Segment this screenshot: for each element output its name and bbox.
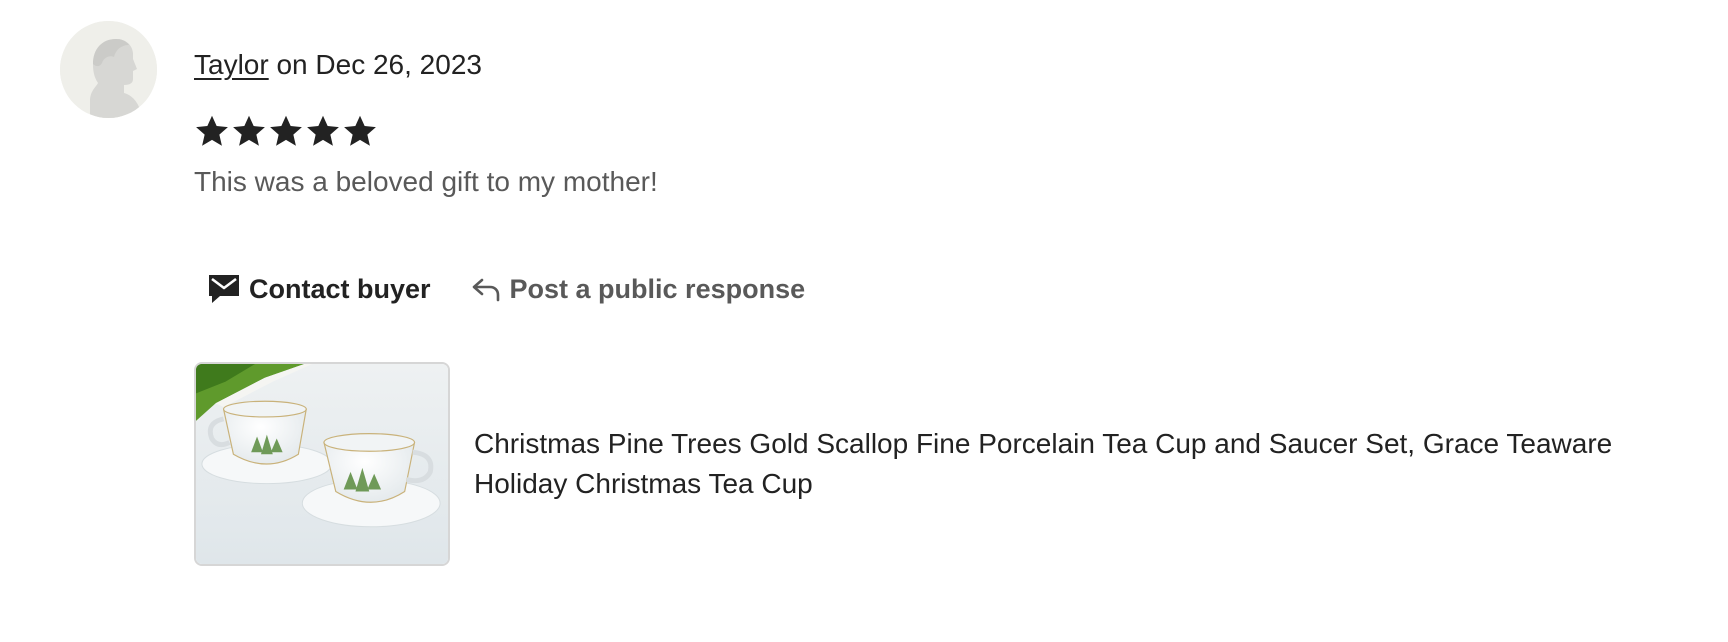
star-icon [268,113,304,149]
review-actions: Contact buyer Post a public response [194,266,819,312]
review-card: Taylor on Dec 26, 2023 This was a belove… [0,0,1728,642]
reviewer-avatar[interactable] [60,21,157,118]
default-user-silhouette-icon [60,21,157,118]
teacup-product-image [196,364,448,564]
star-icon [231,113,267,149]
listing-thumbnail[interactable] [194,362,450,566]
contact-buyer-label: Contact buyer [249,273,431,304]
star-icon [194,113,230,149]
purchased-listing: Christmas Pine Trees Gold Scallop Fine P… [194,362,1704,566]
star-icon [305,113,341,149]
review-text: This was a beloved gift to my mother! [194,166,658,197]
review-meta: Taylor on Dec 26, 2023 [194,46,482,84]
reviewer-name-link[interactable]: Taylor [194,49,269,80]
reply-arrow-icon [471,276,501,302]
post-public-response-button[interactable]: Post a public response [457,266,820,312]
envelope-message-icon [208,274,240,304]
review-date: on Dec 26, 2023 [276,49,482,80]
contact-buyer-button[interactable]: Contact buyer [194,266,445,312]
star-icon [342,113,378,149]
post-public-response-label: Post a public response [509,273,806,304]
star-rating [194,113,378,149]
listing-title-link[interactable]: Christmas Pine Trees Gold Scallop Fine P… [474,424,1704,504]
